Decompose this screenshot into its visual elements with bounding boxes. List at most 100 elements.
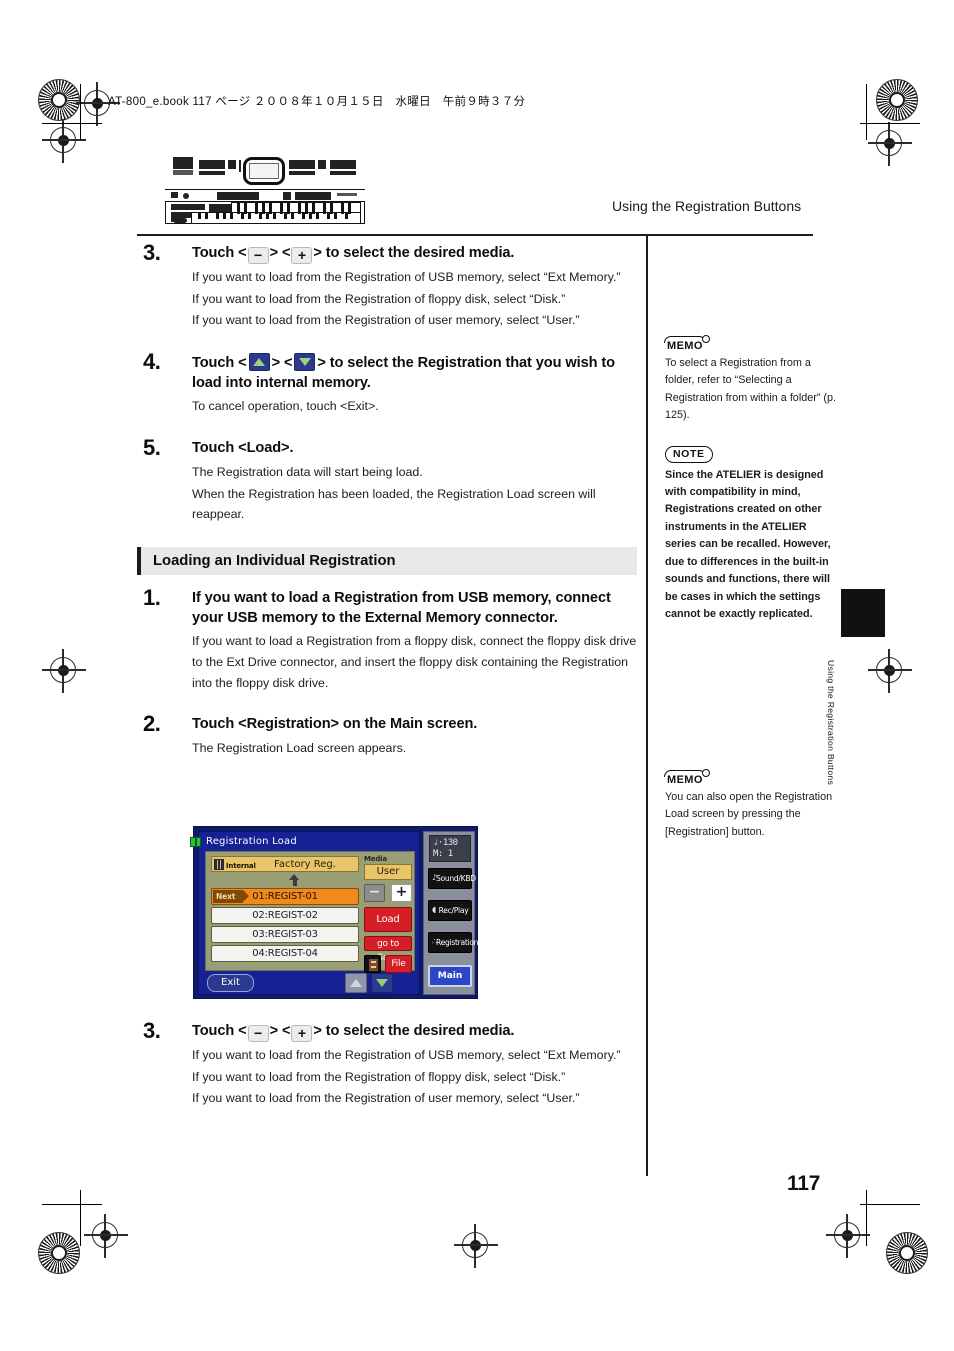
main-content-column: 3. Touch < − > < + > to select the desired m… (137, 240, 637, 763)
arrow-up-button-icon[interactable] (248, 352, 270, 371)
memo-tag: MEMO (664, 335, 710, 352)
step-number: 5. (143, 435, 161, 461)
internal-label: Internal (226, 862, 256, 870)
step-title: Touch < − > < + > to select the desired medi… (192, 244, 637, 264)
go-to-save-button[interactable]: go to Save (364, 936, 412, 963)
step-body-line: If you want to load a Registration from … (192, 634, 637, 690)
step-title-mid: > < (269, 245, 291, 261)
step-1-bottom: 1. If you want to load a Registration fr… (137, 585, 637, 693)
step-number: 2. (143, 711, 161, 737)
exit-button[interactable]: Exit (207, 974, 254, 992)
speaker-icon: ◖ (432, 905, 436, 914)
step-body: If you want to load a Registration from … (192, 631, 637, 693)
media-plus-button[interactable]: + (391, 884, 412, 902)
step-body-line: The Registration data will start being l… (192, 464, 423, 479)
registration-button[interactable]: ∴ Registration (428, 932, 479, 953)
load-button[interactable]: Load (364, 907, 412, 932)
rec-play-label: Rec/Play (438, 906, 469, 915)
note-tag: NOTE (665, 446, 713, 463)
step-title-post: > to select the desired media. (313, 245, 515, 261)
media-value-field[interactable]: User (364, 864, 412, 880)
step-body-line: To cancel operation, touch <Exit>. (192, 399, 379, 414)
crop-mark-bl-h (42, 1204, 102, 1206)
page-number: 117 (787, 1172, 820, 1195)
organ-illustration (165, 152, 365, 224)
plus-key-icon[interactable]: + (291, 1025, 313, 1042)
step-title-pre: Touch < (192, 245, 247, 261)
registration-icon: ∴ (432, 937, 437, 946)
memo-text: To select a Registration from a folder, … (665, 357, 837, 422)
step-4-top: 4. Touch < > < > to select the Registratio… (137, 349, 637, 417)
step-body-line: If you want to load from the Registratio… (192, 291, 566, 306)
print-job-header: AT-800_e.book 117 ページ ２００８年１０月１５日 水曜日 午前… (108, 96, 526, 108)
current-folder-field[interactable]: Internal Factory Reg. (211, 856, 359, 872)
registration-load-screen-figure: Registration Load Internal Factory Reg. … (190, 826, 479, 999)
crop-mark-tl-v (80, 84, 82, 140)
registration-mark-mid-right (868, 649, 912, 693)
lcd-title-label: Registration Load (206, 836, 297, 847)
sound-kbd-button[interactable]: ♪ Sound/KBD (428, 868, 476, 889)
step-body-line: The Registration Load screen appears. (192, 741, 407, 755)
arrow-down-button-icon[interactable] (294, 352, 316, 371)
step-body-line: When the Registration has been loaded, t… (192, 486, 596, 522)
media-label: Media (364, 855, 387, 863)
star-registration-mark-bottom-right (886, 1232, 928, 1274)
step-title: Touch <Registration> on the Main screen. (192, 716, 478, 733)
list-item-label: 04:REGIST-04 (252, 948, 318, 959)
step-title: If you want to load a Registration from … (192, 589, 611, 626)
step-title-mid: > < (271, 354, 293, 371)
step-title: Touch < − > < + > to select the desired medi… (192, 1022, 637, 1042)
step-title-pre: Touch < (192, 1023, 247, 1039)
registration-mark-bottom-right (826, 1214, 870, 1258)
list-item[interactable]: 04:REGIST-04 (211, 945, 359, 962)
step-3-bottom-wrapper: 3. Touch < − > < + > to select the desired m… (137, 1018, 637, 1113)
rec-play-button[interactable]: ◖ Rec/Play (428, 900, 472, 921)
memo-text: You can also open the Registration Load … (665, 791, 833, 838)
minus-key-icon[interactable]: − (247, 247, 269, 264)
minus-key-icon[interactable]: − (247, 1025, 269, 1042)
step-number: 1. (143, 584, 161, 610)
registration-mark-bottom-left (84, 1214, 128, 1258)
step-5-top: 5. Touch <Load>. The Registration data w… (137, 435, 637, 525)
measure-value: M: 1 (433, 849, 453, 859)
step-body: If you want to load from the Registratio… (192, 267, 637, 331)
organ-display-highlight (243, 157, 285, 185)
disk-drive-icon-button[interactable] (364, 955, 381, 973)
lcd-footer-bar: Exit (205, 973, 415, 995)
lcd-content-panel: Internal Factory Reg. Next 01:REGIST-01 … (205, 851, 415, 973)
list-item[interactable]: Next 01:REGIST-01 (211, 888, 359, 905)
list-item[interactable]: 03:REGIST-03 (211, 926, 359, 943)
crop-mark-br-v (866, 1190, 868, 1246)
scroll-up-button[interactable] (345, 973, 367, 993)
internal-memory-icon (214, 859, 224, 870)
crop-mark-tl-h (42, 123, 102, 125)
step-title: Touch < > < > to select the Registration t… (192, 352, 637, 394)
step-3-bottom: 3. Touch < − > < + > to select the desired m… (137, 1018, 637, 1109)
file-row: File (364, 955, 412, 973)
star-registration-mark-top-left (38, 79, 80, 121)
thumb-index-label: Using the Registration Buttons (826, 660, 836, 786)
registration-mark-top-left (76, 82, 120, 126)
header-rule (137, 234, 813, 236)
screen-title-icon (190, 837, 201, 847)
list-item-label: 01:REGIST-01 (252, 891, 318, 902)
media-minus-button[interactable]: − (364, 884, 385, 902)
folder-name-label: Factory Reg. (274, 859, 336, 870)
parent-folder-up-arrow-icon[interactable] (289, 874, 300, 886)
memo-block-2: MEMO You can also open the Registration … (664, 769, 837, 841)
sound-kbd-label: Sound/KBD (436, 874, 476, 883)
media-section: Media User − + Load go to Save File (364, 855, 412, 973)
plus-key-icon[interactable]: + (291, 247, 313, 264)
list-item-label: 03:REGIST-03 (252, 929, 318, 940)
step-2-bottom: 2. Touch <Registration> on the Main scre… (137, 711, 637, 758)
page-running-head: Using the Registration Buttons (612, 198, 802, 214)
memo-tag: MEMO (664, 769, 710, 786)
list-item[interactable]: 02:REGIST-02 (211, 907, 359, 924)
registration-label: Registration (436, 938, 479, 947)
registration-mark-top-right (868, 122, 912, 166)
step-body: The Registration data will start being l… (192, 462, 637, 525)
file-button[interactable]: File (385, 955, 412, 973)
registration-mark-mid-left (42, 649, 86, 693)
scroll-down-button[interactable] (371, 973, 393, 993)
main-button[interactable]: Main (428, 965, 472, 987)
